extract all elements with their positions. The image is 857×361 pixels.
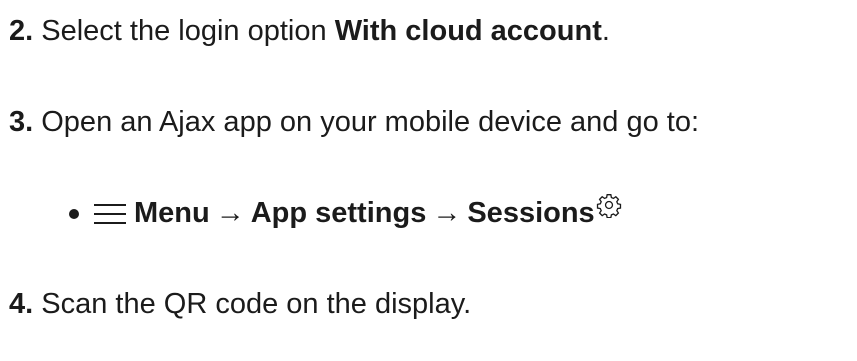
sessions-label: Sessions xyxy=(467,197,595,229)
bullet-icon xyxy=(69,208,79,219)
step-4: 4. Scan the QR code on the display. xyxy=(9,290,471,319)
instructions: 2. Select the login option With cloud ac… xyxy=(0,0,857,361)
login-option-label: With cloud account xyxy=(334,15,602,47)
app-settings-label: App settings xyxy=(250,197,427,229)
step-text: Select the login option xyxy=(41,15,335,47)
step-text: Open an Ajax app on your mobile device a… xyxy=(41,106,700,138)
step-number: 2. xyxy=(9,15,34,47)
gear-icon xyxy=(596,193,621,218)
step-3: 3. Open an Ajax app on your mobile devic… xyxy=(9,108,699,137)
arrow: → xyxy=(432,197,462,229)
step-2: 2. Select the login option With cloud ac… xyxy=(9,17,610,46)
arrow: → xyxy=(215,197,245,229)
navigation-path: Menu → App settings → Sessions xyxy=(69,193,622,229)
menu-label: Menu xyxy=(134,197,210,229)
menu-icon xyxy=(94,203,126,224)
step-text-end: . xyxy=(601,15,610,47)
step-number: 4. xyxy=(9,288,34,320)
step-number: 3. xyxy=(9,106,34,138)
step-text: Scan the QR code on the display. xyxy=(41,288,472,320)
